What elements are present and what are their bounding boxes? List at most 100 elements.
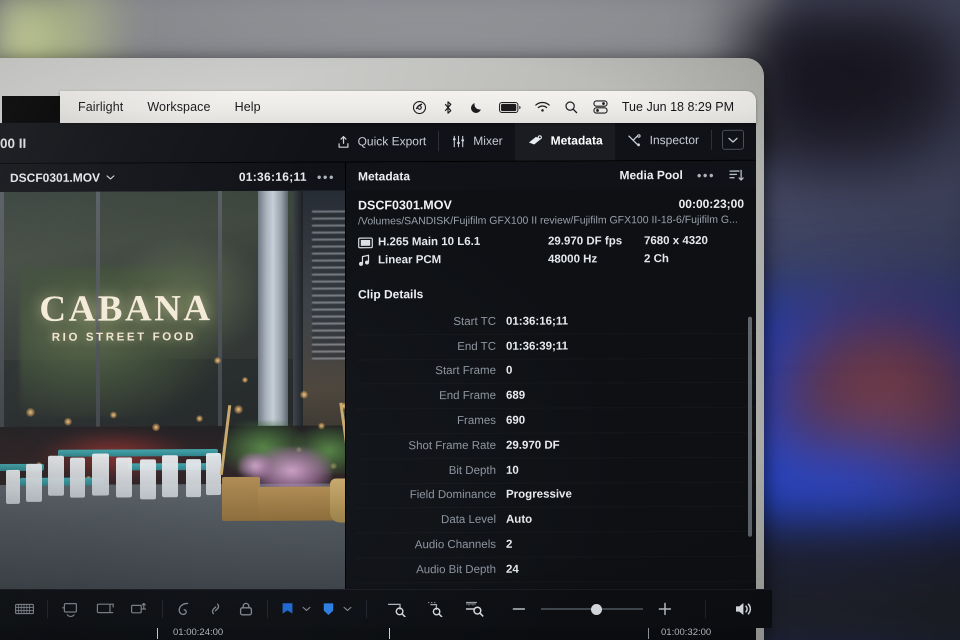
metadata-field-value[interactable]: 29.970 DF [506, 439, 560, 451]
zoom-slider-handle[interactable] [591, 603, 602, 615]
viewer-clip-selector[interactable]: DSCF0301.MOV [10, 170, 115, 185]
creative-cloud-icon[interactable] [412, 100, 427, 115]
metadata-button[interactable]: Metadata [514, 120, 615, 161]
metadata-label: Metadata [550, 133, 603, 148]
metadata-field-value[interactable]: 01:36:16;11 [506, 315, 568, 327]
metadata-panel-header: Metadata Media Pool ••• [346, 160, 756, 191]
mixer-label: Mixer [473, 133, 503, 148]
clip-file-name: DSCF0301.MOV [358, 198, 452, 213]
metadata-field-row[interactable]: Audio Channels 2 [356, 532, 756, 559]
toolbar-divider-2 [711, 129, 712, 150]
chevron-down-icon[interactable] [722, 129, 744, 150]
metadata-field-value[interactable]: 24 [506, 564, 519, 576]
audio-track-icon [358, 254, 378, 266]
viewer-timecode[interactable]: 01:36:16;11 [239, 170, 307, 184]
marker-color-chevron-icon[interactable] [343, 606, 352, 612]
zoom-out-icon[interactable] [512, 603, 526, 615]
marker-icon[interactable] [322, 602, 335, 617]
wifi-icon[interactable] [535, 100, 550, 115]
sort-order-icon[interactable] [729, 168, 744, 181]
quick-export-label: Quick Export [357, 134, 427, 149]
app-title-bar: 00 II Quick Export Mixer Metadata Inspec… [0, 119, 756, 164]
volume-icon[interactable] [734, 601, 756, 617]
metadata-field-row[interactable]: Start Frame 0 [356, 358, 756, 385]
viewer-options-button[interactable]: ••• [317, 169, 335, 184]
metadata-field-label: Bit Depth [448, 464, 496, 477]
metadata-field-row[interactable]: Bit Depth 10 [356, 457, 756, 484]
menu-bar-clock[interactable]: Tue Jun 18 8:29 PM [622, 100, 734, 114]
metadata-scrollbar[interactable] [748, 316, 752, 537]
bottom-toolbar [0, 589, 772, 628]
metadata-field-row[interactable]: Shot Frame Rate 29.970 DF [356, 433, 756, 460]
link-icon[interactable] [207, 601, 224, 617]
metadata-field-row[interactable]: Field Dominance Progressive [356, 482, 756, 509]
clip-duration: 00:00:23;00 [678, 196, 744, 212]
bluetooth-icon[interactable] [441, 100, 456, 115]
flag-color-chevron-icon[interactable] [302, 606, 311, 612]
metadata-field-label: Frames [457, 414, 496, 428]
viewer-clip-name: DSCF0301.MOV [10, 170, 101, 185]
quick-export-button[interactable]: Quick Export [324, 121, 439, 162]
metadata-field-row[interactable]: End TC 01:36:39;11 [356, 333, 756, 360]
metadata-field-row[interactable]: Frames 690 [356, 408, 756, 435]
metadata-field-label: End TC [457, 340, 496, 353]
zoom-slider[interactable] [537, 602, 647, 616]
metadata-field-label: Audio Bit Depth [416, 563, 496, 577]
metadata-field-label: Audio Channels [414, 538, 496, 552]
chevron-down-icon [106, 175, 115, 180]
zoom-fit-icon[interactable] [387, 601, 409, 617]
control-center-icon[interactable] [593, 100, 608, 115]
metadata-field-value[interactable]: 2 [506, 539, 512, 551]
metadata-field-label: Start TC [453, 315, 496, 328]
inspector-button[interactable]: Inspector [615, 120, 711, 160]
media-pool-tab[interactable]: Media Pool [620, 168, 683, 182]
metadata-field-row[interactable]: Audio Bit Depth 24 [356, 557, 756, 584]
trim-icon[interactable] [176, 601, 193, 617]
source-viewer: DSCF0301.MOV 01:36:16;11 ••• CABANA RIO … [0, 162, 345, 640]
clip-header: DSCF0301.MOV 00:00:23;00 /Volumes/SANDIS… [346, 188, 756, 277]
menu-item-help[interactable]: Help [235, 100, 261, 114]
metadata-field-label: End Frame [439, 390, 496, 403]
metadata-field-label: Start Frame [435, 365, 496, 378]
storefront-sign-subtext: RIO STREET FOOD [51, 331, 197, 344]
video-preview[interactable]: CABANA RIO STREET FOOD [0, 190, 345, 612]
metadata-options-button[interactable]: ••• [697, 167, 715, 182]
mixer-button[interactable]: Mixer [439, 121, 514, 161]
insert-clip-icon[interactable] [61, 601, 81, 617]
metadata-field-row[interactable]: End Frame 689 [356, 383, 756, 410]
metadata-field-value[interactable]: 01:36:39;11 [506, 340, 568, 352]
metadata-field-row[interactable]: Start TC 01:36:16;11 [356, 309, 756, 336]
timeline-timecode-left: 01:00:24:00 [173, 627, 224, 638]
moon-icon[interactable] [470, 100, 485, 115]
inspector-label: Inspector [649, 132, 699, 148]
zoom-clip-icon[interactable] [426, 601, 448, 617]
clip-sample-rate: 48000 Hz [548, 253, 598, 266]
metadata-field-value[interactable]: 690 [506, 415, 525, 427]
metadata-panel-title: Metadata [358, 169, 411, 184]
metadata-field-label: Field Dominance [409, 489, 496, 502]
metadata-field-value[interactable]: Progressive [506, 489, 572, 501]
zoom-in-icon[interactable] [658, 602, 672, 616]
clip-file-path: /Volumes/SANDISK/Fujifilm GFX100 II revi… [358, 213, 738, 228]
metadata-panel: Metadata Media Pool ••• DSCF0301.MOV 00:… [345, 160, 756, 640]
place-on-top-icon[interactable] [129, 601, 149, 617]
menu-item-workspace[interactable]: Workspace [147, 100, 210, 114]
clip-details-section-title: Clip Details [358, 287, 424, 302]
metadata-field-value[interactable]: 0 [506, 365, 512, 377]
clip-video-codec: H.265 Main 10 L6.1 [378, 235, 481, 249]
metadata-field-row[interactable]: Data Level Auto [356, 507, 756, 534]
filmstrip-icon[interactable] [15, 602, 34, 616]
metadata-field-value[interactable]: 689 [506, 390, 525, 402]
battery-icon[interactable] [498, 100, 521, 115]
search-icon[interactable] [564, 100, 579, 115]
project-title: 00 II [0, 135, 27, 151]
metadata-field-value[interactable]: Auto [506, 514, 532, 526]
metadata-field-label: Data Level [441, 514, 496, 527]
overwrite-clip-icon[interactable] [95, 601, 115, 617]
lock-icon[interactable] [238, 601, 254, 617]
menu-item-fairlight[interactable]: Fairlight [78, 100, 123, 114]
metadata-field-value[interactable]: 10 [506, 464, 519, 476]
clip-audio-channels: 2 Ch [644, 253, 669, 266]
flag-icon[interactable] [281, 602, 294, 617]
zoom-detail-icon[interactable] [465, 601, 489, 617]
